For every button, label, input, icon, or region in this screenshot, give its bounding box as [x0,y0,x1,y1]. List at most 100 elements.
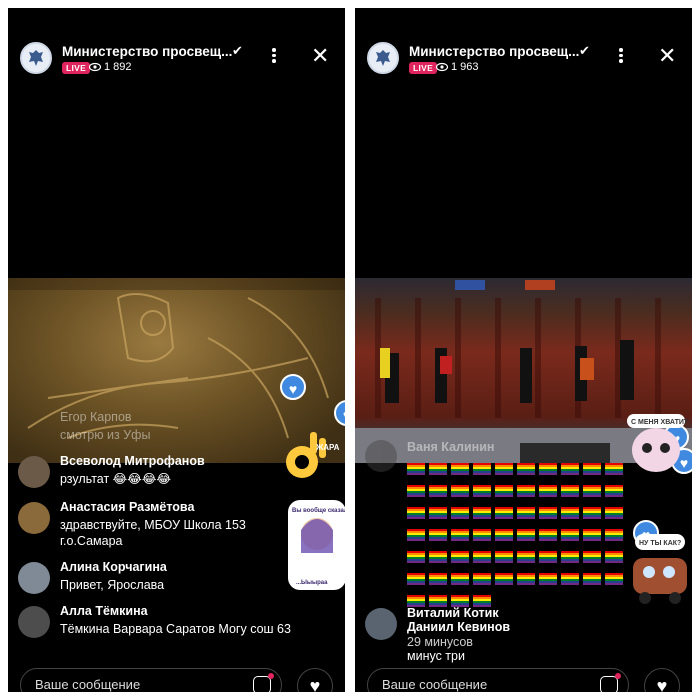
rainbow-flag-icon [429,529,447,541]
rainbow-flag-icon [451,573,469,585]
channel-name[interactable]: Министерство просвещ... [62,44,232,59]
rainbow-flag-icon [407,485,425,497]
avatar[interactable] [18,562,50,594]
rainbow-flag-icon [539,507,557,519]
rainbow-flag-icon [473,551,491,563]
verified-check-icon: ✔ [579,43,590,58]
channel-name[interactable]: Министерство просвещ... [409,44,579,59]
rainbow-flag-icon [495,485,513,497]
rainbow-flag-icon [605,463,623,475]
comment-author[interactable]: Даниил Кевинов [407,620,510,634]
avatar[interactable] [18,456,50,488]
close-icon[interactable]: ✕ [658,45,676,67]
comment-text: смотрю из Уфы [60,428,151,442]
rainbow-flag-icon [583,507,601,519]
rainbow-flag-icon [451,463,469,475]
rainbow-flag-icon [583,463,601,475]
svg-text:Вы вообще сказали?: Вы вообще сказали? [292,507,345,514]
rainbow-flag-icon [583,573,601,585]
rainbow-flag-icon [451,485,469,497]
floating-heart-icon: ♥ [280,374,306,400]
rainbow-flag-icon [517,485,535,497]
channel-avatar[interactable] [367,42,399,74]
rainbow-flag-icon [495,463,513,475]
comment-author[interactable]: Всеволод Митрофанов [60,454,205,468]
rainbow-flag-icon [429,463,447,475]
message-field[interactable] [20,668,282,692]
rainbow-flag-icon [605,551,623,563]
more-vertical-icon[interactable] [271,48,277,66]
rainbow-flag-icon [407,463,425,475]
flag-emoji-message [405,463,630,617]
avatar[interactable] [365,608,397,640]
channel-avatar[interactable] [20,42,52,74]
stream-header: Министерство просвещ... ✔ LIVE 1 963 ✕ [355,8,692,88]
rainbow-flag-icon [561,573,579,585]
emblem-icon [29,50,43,66]
avatar[interactable] [18,606,50,638]
comment-author[interactable]: Алина Корчагина [60,560,167,574]
sticker-icon[interactable] [253,673,274,692]
rainbow-flag-icon [429,551,447,563]
rainbow-flag-icon [517,463,535,475]
sticker-text: С МЕНЯ ХВАТИТ [631,419,689,426]
heart-icon[interactable]: ♥ [297,668,333,692]
rainbow-flag-icon [473,573,491,585]
rainbow-flag-icon [451,507,469,519]
rainbow-flag-icon [561,485,579,497]
comment-text: рзультат 😂😂😂😂 [60,472,172,486]
heart-icon[interactable]: ♥ [644,668,680,692]
rainbow-flag-icon [561,507,579,519]
comment-author: Егор Карпов [60,410,132,424]
comment-text: Привет, Ярослава [60,578,165,592]
stream-screen-right: Министерство просвещ... ✔ LIVE 1 963 ✕ В… [355,8,692,692]
rainbow-flag-icon [561,551,579,563]
message-field[interactable] [367,668,629,692]
viewer-count: 1 892 [104,61,132,73]
rainbow-flag-icon [539,529,557,541]
comment-text: Тёмкина Варвара Саратов Могу сош 63 [60,622,291,636]
avatar[interactable] [365,440,397,472]
rainbow-flag-icon [517,573,535,585]
cat-sticker: С МЕНЯ ХВАТИТ [627,414,689,472]
rainbow-flag-icon [517,507,535,519]
comment-author[interactable]: Виталий Котик [407,606,499,620]
rainbow-flag-icon [539,573,557,585]
rainbow-flag-icon [583,485,601,497]
rainbow-flag-icon [473,529,491,541]
rainbow-flag-icon [407,573,425,585]
rainbow-flag-icon [539,551,557,563]
rainbow-flag-icon [495,507,513,519]
rainbow-flag-icon [539,485,557,497]
rainbow-flag-icon [495,573,513,585]
message-input[interactable] [33,676,247,692]
rainbow-flag-icon [495,529,513,541]
verified-check-icon: ✔ [232,43,243,58]
sticker-icon[interactable] [600,673,621,692]
rainbow-flag-icon [561,529,579,541]
avatar[interactable] [18,502,50,534]
comment-author[interactable]: Ваня Калинин [407,440,494,454]
comment-author[interactable]: Анастасия Размётова [60,500,194,514]
sticker-text: ЖАРА [315,443,340,452]
rainbow-flag-icon [605,485,623,497]
stream-screen-left: Министерство просвещ... ✔ LIVE 1 892 ✕ Е… [8,8,345,692]
comment-text: минус три [407,649,465,663]
rainbow-flag-icon [517,529,535,541]
ok-hand-sticker: ЖАРА [286,432,340,478]
more-vertical-icon[interactable] [618,48,624,66]
comment-author[interactable]: Алла Тёмкина [60,604,148,618]
rainbow-flag-icon [561,463,579,475]
viewer-count: 1 963 [451,61,479,73]
message-input[interactable] [380,676,594,692]
sticker-text: НУ ТЫ КАК? [639,540,681,547]
rainbow-flag-icon [451,529,469,541]
rainbow-flag-icon [495,551,513,563]
close-icon[interactable]: ✕ [311,45,329,67]
rainbow-flag-icon [429,573,447,585]
rainbow-flag-icon [407,551,425,563]
car-sticker: НУ ТЫ КАК? [633,534,687,604]
eye-icon [436,62,448,72]
eye-icon [89,62,101,72]
live-badge: LIVE [62,62,91,74]
